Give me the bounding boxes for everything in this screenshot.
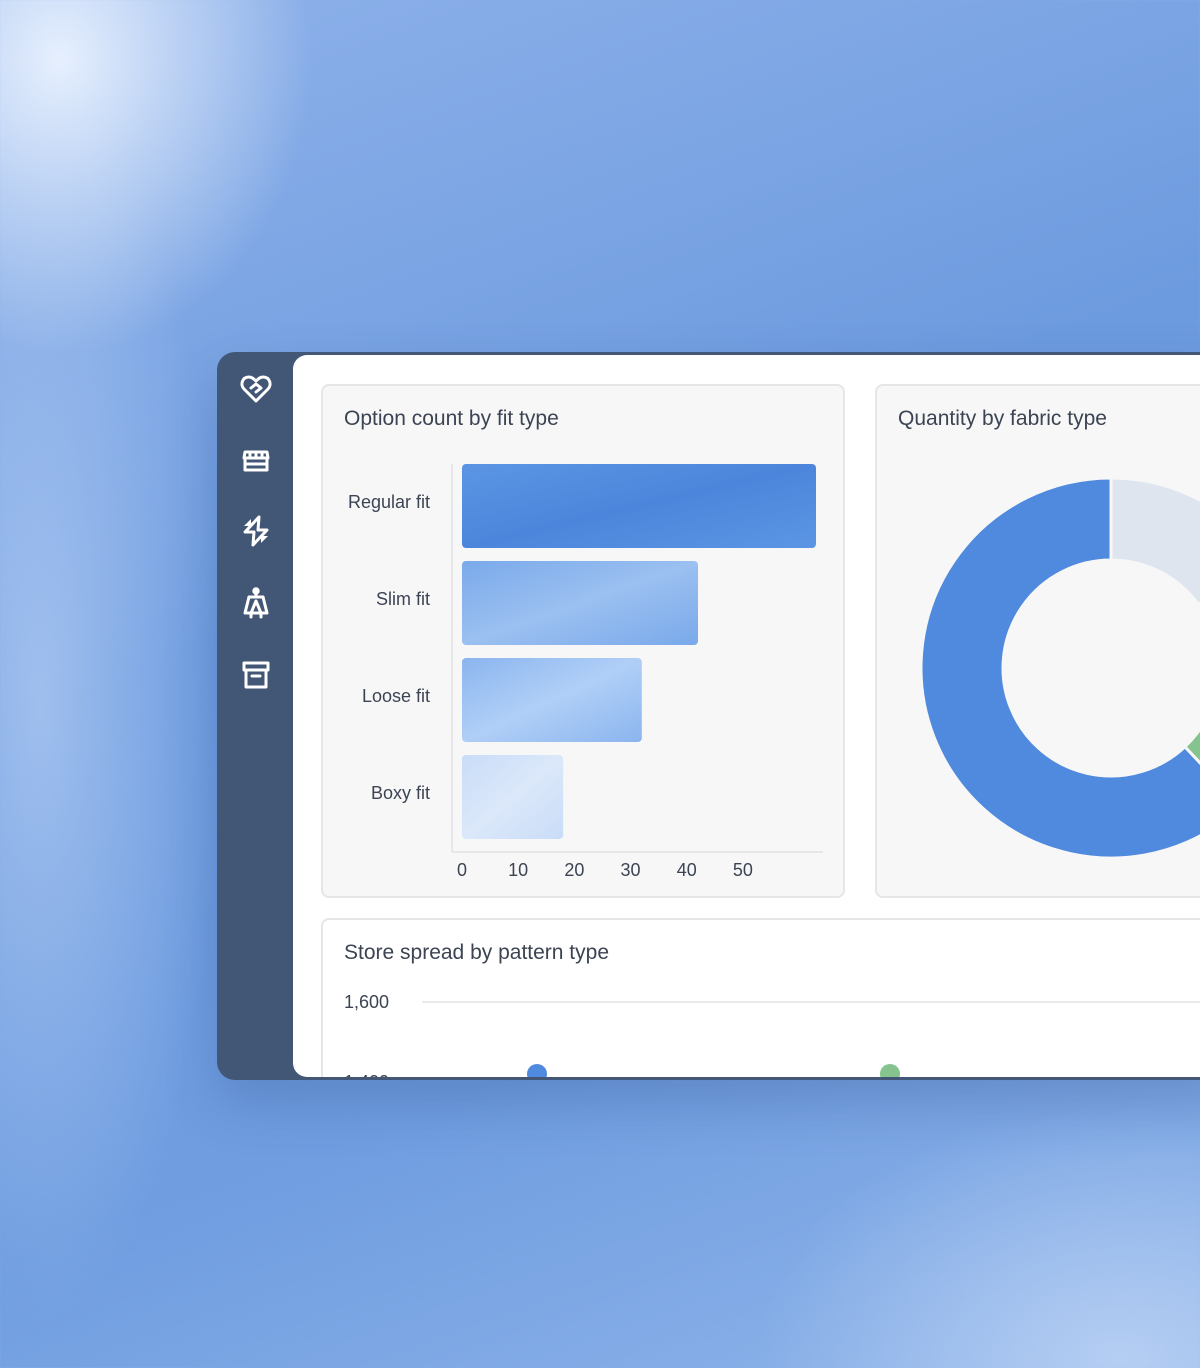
bar-x-tick-label: 0 — [457, 860, 467, 880]
dashboard-main: Option count by fit type Regular fit Slim… — [293, 355, 1200, 1077]
logo-heart-icon[interactable] — [237, 369, 275, 407]
pattern-scatter-chart: 1,600 1,400 — [344, 992, 1200, 1077]
bar-x-tick-label: 10 — [508, 860, 528, 880]
bar-x-tick-label: 20 — [564, 860, 584, 880]
bar-category-label: Regular fit — [348, 492, 430, 512]
bar-category-label: Boxy fit — [371, 783, 430, 803]
archive-icon[interactable] — [237, 656, 275, 694]
bar-loose-fit[interactable] — [462, 658, 642, 742]
bar-regular-fit[interactable] — [462, 464, 816, 548]
fabric-donut-chart — [919, 476, 1200, 860]
scatter-y-tick-label: 1,600 — [344, 992, 389, 1012]
fit-bar-chart: Regular fit Slim fit Loose fit Boxy fit 0 10 2… — [348, 464, 823, 880]
app-window: Option count by fit type Regular fit Slim… — [217, 352, 1200, 1080]
sidebar — [217, 352, 293, 1080]
store-icon[interactable] — [237, 441, 275, 479]
bar-category-label: Loose fit — [362, 686, 430, 706]
scatter-y-tick-label: 1,400 — [344, 1072, 389, 1077]
hanger-icon[interactable] — [237, 584, 275, 622]
bar-boxy-fit[interactable] — [462, 755, 564, 839]
lightning-swap-icon[interactable] — [237, 512, 275, 550]
bar-x-tick-label: 50 — [733, 860, 753, 880]
bar-category-label: Slim fit — [376, 589, 430, 609]
bar-x-tick-label: 30 — [621, 860, 641, 880]
fit-type-card: Option count by fit type Regular fit Slim… — [321, 384, 845, 898]
scatter-point[interactable] — [880, 1064, 900, 1077]
pattern-type-card: Store spread by pattern type 1,600 1,400 — [321, 918, 1200, 1077]
bar-slim-fit[interactable] — [462, 561, 698, 645]
bar-x-tick-label: 40 — [677, 860, 697, 880]
fabric-type-card: Quantity by fabric type — [875, 384, 1200, 898]
donut-slice-3[interactable] — [1109, 476, 1200, 607]
scatter-point[interactable] — [527, 1064, 547, 1077]
